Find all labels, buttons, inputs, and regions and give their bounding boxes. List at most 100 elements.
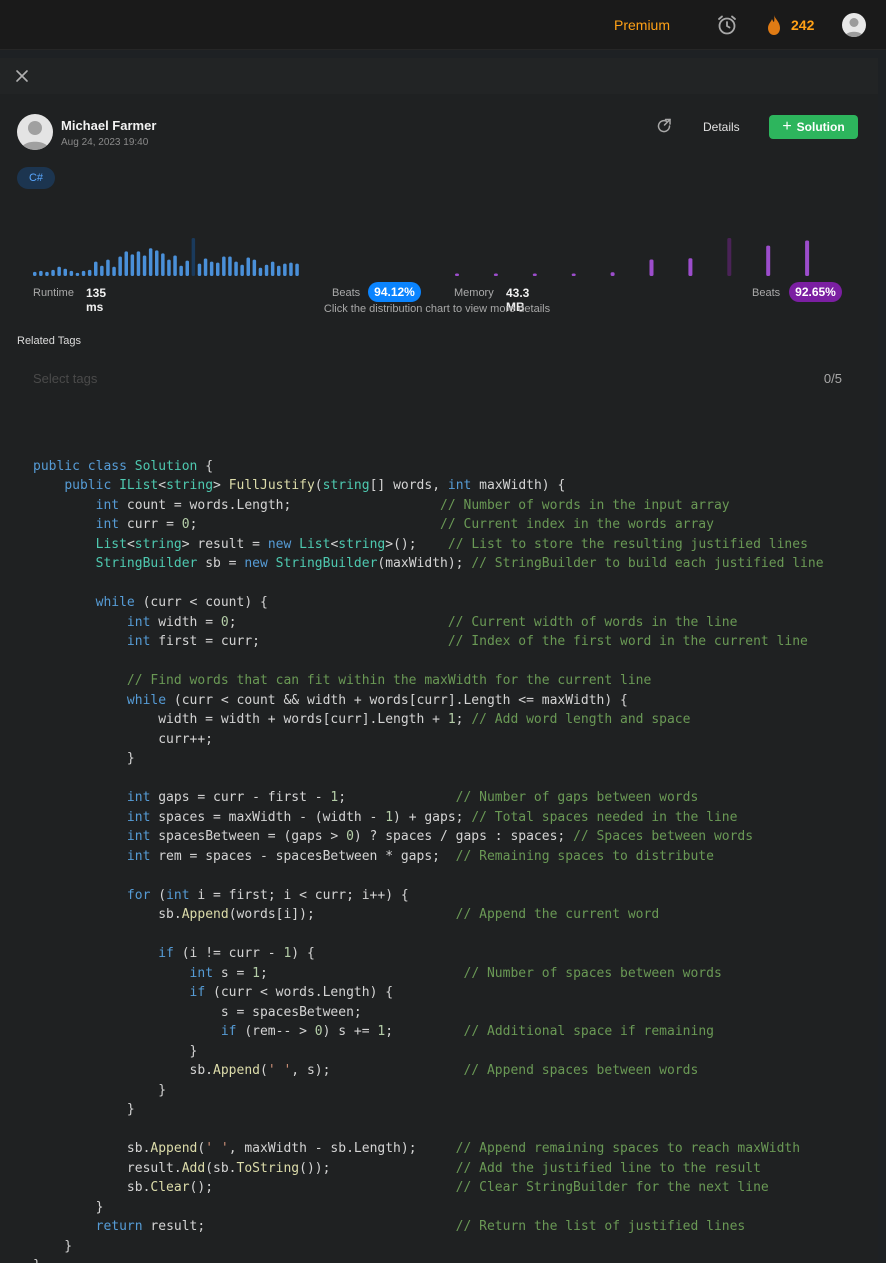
code-line: int curr = 0; // Current index in the wo… <box>95 517 714 532</box>
distribution-bar[interactable] <box>766 245 771 276</box>
code-line: StringBuilder sb = new StringBuilder(max… <box>95 556 824 571</box>
solution-content: Michael Farmer Aug 24, 2023 19:40 Detail… <box>0 94 878 1263</box>
distribution-bar[interactable] <box>155 250 159 276</box>
close-icon[interactable] <box>14 68 30 84</box>
distribution-bar[interactable] <box>295 263 299 276</box>
distribution-bar[interactable] <box>94 261 98 276</box>
code-line: curr++; <box>33 731 214 747</box>
distribution-bar[interactable] <box>167 259 171 276</box>
code-line: } <box>33 1256 824 1263</box>
runtime-distribution-chart[interactable] <box>33 234 433 276</box>
distribution-bar[interactable] <box>33 271 37 276</box>
distribution-bar[interactable] <box>571 273 576 276</box>
distribution-bar[interactable] <box>610 272 615 276</box>
author-name[interactable]: Michael Farmer <box>61 118 156 133</box>
share-icon[interactable] <box>656 118 672 134</box>
distribution-bar[interactable] <box>649 259 654 276</box>
language-tag[interactable]: C# <box>17 167 55 189</box>
memory-distribution-chart[interactable] <box>455 234 855 276</box>
distribution-bar[interactable] <box>148 248 153 276</box>
premium-link[interactable]: Premium <box>614 17 670 33</box>
code-line: } <box>33 1043 198 1059</box>
distribution-bar[interactable] <box>216 262 220 276</box>
distribution-bar[interactable] <box>493 273 498 276</box>
code-line: sb.Clear(); // Clear StringBuilder for t… <box>33 1180 769 1195</box>
distribution-bar[interactable] <box>179 265 183 276</box>
distribution-bar[interactable] <box>264 264 269 276</box>
plus-icon: + <box>782 117 792 135</box>
distribution-bar[interactable] <box>252 259 257 276</box>
distribution-bar[interactable] <box>277 265 281 276</box>
distribution-bar[interactable] <box>100 265 104 276</box>
distribution-bar[interactable] <box>112 266 116 276</box>
distribution-bar[interactable] <box>142 255 147 276</box>
submission-date: Aug 24, 2023 19:40 <box>61 137 149 148</box>
distribution-bar[interactable] <box>270 261 275 276</box>
alarm-clock-icon[interactable] <box>716 14 738 36</box>
distribution-bar[interactable] <box>130 254 135 276</box>
distribution-bar[interactable] <box>124 251 129 276</box>
streak-count[interactable]: 242 <box>791 17 814 33</box>
top-nav-bar: Premium 242 <box>0 0 886 50</box>
code-line: width = width + words[curr].Length + 1; … <box>33 712 691 727</box>
distribution-bar[interactable] <box>75 272 80 276</box>
code-line: if (curr < words.Length) { <box>189 985 394 1000</box>
distribution-bar[interactable] <box>118 256 122 276</box>
distribution-bar[interactable] <box>805 240 810 276</box>
distribution-bar[interactable] <box>69 270 74 276</box>
distribution-bar[interactable] <box>81 270 86 276</box>
distribution-bar[interactable] <box>532 273 537 276</box>
code-line: int spacesBetween = (gaps > 0) ? spaces … <box>126 829 754 844</box>
code-block[interactable]: public class Solution { public IList<str… <box>33 437 824 1263</box>
distribution-bar[interactable] <box>173 255 177 276</box>
distribution-bar[interactable] <box>39 270 43 276</box>
distribution-bar[interactable] <box>161 253 165 276</box>
distribution-bar[interactable] <box>51 269 55 276</box>
code-line: public IList<string> FullJustify(string[… <box>64 478 566 493</box>
distribution-bar[interactable] <box>209 261 214 276</box>
distribution-bar[interactable] <box>246 257 251 276</box>
tags-count: 0/5 <box>823 371 842 386</box>
distribution-bar[interactable] <box>228 256 232 276</box>
distribution-bar[interactable] <box>455 273 459 276</box>
code-line: int first = curr; // Index of the first … <box>126 634 808 649</box>
distribution-bar[interactable] <box>57 266 61 276</box>
tags-placeholder: Select tags <box>33 371 98 386</box>
code-line: s = spacesBetween; <box>33 1004 362 1020</box>
distribution-bar[interactable] <box>185 260 190 276</box>
code-line: int rem = spaces - spacesBetween * gaps;… <box>126 848 714 864</box>
distribution-bar[interactable] <box>191 238 196 276</box>
distribution-bar[interactable] <box>727 238 732 276</box>
related-tags-title: Related Tags <box>17 335 82 347</box>
code-line: while (curr < count && width + words[cur… <box>126 692 628 708</box>
distribution-bar[interactable] <box>222 256 226 276</box>
post-solution-button[interactable]: + Solution <box>769 115 858 139</box>
distribution-bar[interactable] <box>234 261 238 276</box>
runtime-label: Runtime <box>33 287 74 299</box>
distribution-bar[interactable] <box>240 264 244 276</box>
code-line: } <box>33 1082 167 1098</box>
details-link[interactable]: Details <box>703 120 740 134</box>
distribution-bar[interactable] <box>136 251 141 276</box>
author-avatar[interactable] <box>17 114 53 150</box>
code-line: return result; // Return the list of jus… <box>95 1219 746 1234</box>
user-avatar[interactable] <box>842 13 866 37</box>
distribution-bar[interactable] <box>283 263 287 276</box>
tags-select-input[interactable]: Select tags 0/5 <box>17 362 858 394</box>
code-line: sb.Append(' ', s); // Append spaces betw… <box>33 1063 699 1078</box>
distribution-bar[interactable] <box>688 258 693 276</box>
distribution-bar[interactable] <box>87 269 92 276</box>
avatar-silhouette-icon <box>845 18 863 37</box>
distribution-bar[interactable] <box>203 258 208 276</box>
distribution-bar[interactable] <box>63 268 68 276</box>
distribution-bar[interactable] <box>289 262 293 276</box>
distribution-bar[interactable] <box>45 271 49 276</box>
code-line: sb.Append(' ', maxWidth - sb.Length); //… <box>33 1141 801 1156</box>
distribution-bar[interactable] <box>197 263 202 276</box>
distribution-bar[interactable] <box>258 267 263 276</box>
distribution-bar[interactable] <box>106 259 110 276</box>
code-line: if (i != curr - 1) { <box>158 946 315 961</box>
